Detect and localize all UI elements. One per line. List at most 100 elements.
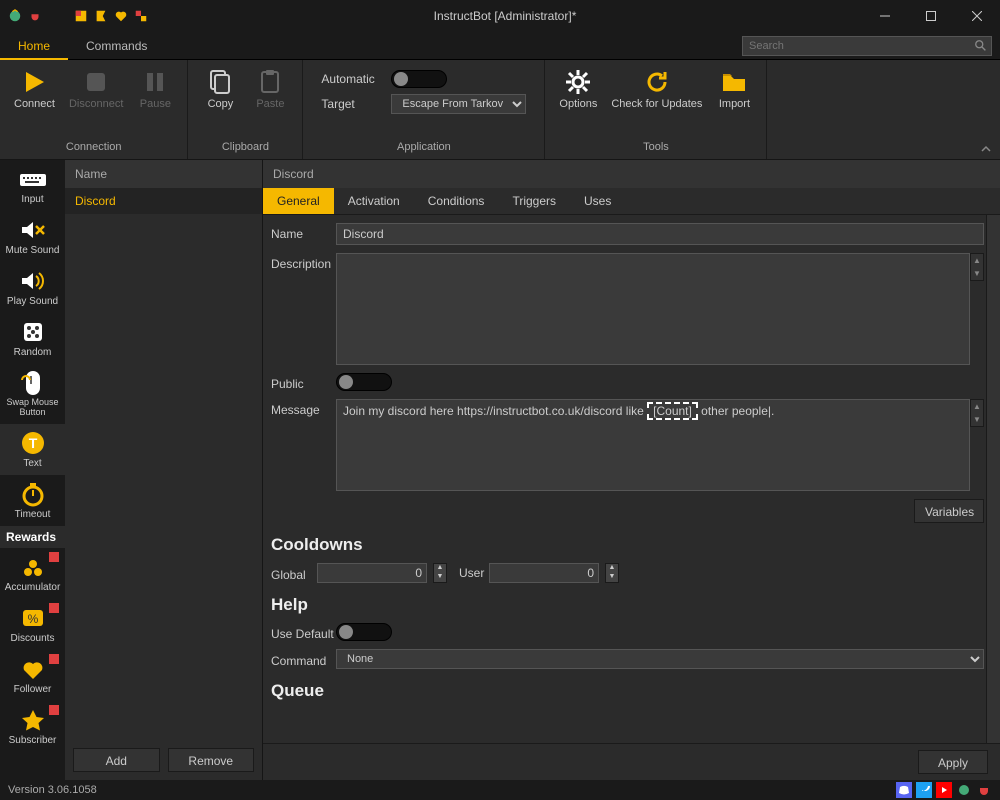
name-list-header: Name bbox=[65, 160, 262, 188]
sidebar-item-accumulator[interactable]: Accumulator bbox=[0, 548, 65, 599]
title-bar: InstructBot [Administrator]* bbox=[0, 0, 1000, 32]
apply-button[interactable]: Apply bbox=[918, 750, 988, 774]
refresh-icon bbox=[643, 68, 671, 96]
sidebar-item-play-sound[interactable]: Play Sound bbox=[0, 262, 65, 313]
global-spinner[interactable]: ▲▼ bbox=[433, 563, 447, 583]
paste-icon bbox=[256, 68, 284, 96]
editor-tabs: General Activation Conditions Triggers U… bbox=[263, 188, 1000, 215]
maximize-button[interactable] bbox=[908, 0, 954, 32]
menu-bar: Home Commands bbox=[0, 32, 1000, 60]
app-icon bbox=[8, 9, 22, 23]
user-spinner[interactable]: ▲▼ bbox=[605, 563, 619, 583]
percent-icon: % bbox=[18, 605, 48, 631]
close-button[interactable] bbox=[954, 0, 1000, 32]
sidebar-item-input[interactable]: Input bbox=[0, 160, 65, 211]
name-list-panel: Name Discord Add Remove bbox=[65, 160, 263, 780]
sidebar-item-subscriber[interactable]: Subscriber bbox=[0, 701, 65, 752]
public-label: Public bbox=[271, 373, 336, 391]
plug-status-icon[interactable] bbox=[976, 782, 992, 798]
ribbon-group-tools: Options Check for Updates Import Tools bbox=[545, 60, 767, 159]
play-icon bbox=[20, 68, 48, 96]
automatic-toggle[interactable] bbox=[391, 70, 447, 88]
svg-text:T: T bbox=[28, 435, 37, 451]
ribbon-collapse-button[interactable] bbox=[980, 143, 992, 155]
editor-scrollbar[interactable] bbox=[986, 215, 1000, 743]
paste-button[interactable]: Paste bbox=[246, 64, 294, 115]
use-default-toggle[interactable] bbox=[336, 623, 392, 641]
global-label: Global bbox=[271, 564, 311, 582]
sidebar-rewards-heading: Rewards bbox=[0, 526, 65, 548]
editor-body: Name Description ▲▼ Public Message Join … bbox=[263, 215, 1000, 743]
check-updates-button[interactable]: Check for Updates bbox=[605, 64, 708, 115]
message-label: Message bbox=[271, 399, 336, 417]
twitter-icon[interactable] bbox=[916, 782, 932, 798]
mute-icon bbox=[18, 217, 48, 243]
public-toggle[interactable] bbox=[336, 373, 392, 391]
name-label: Name bbox=[271, 223, 336, 241]
badge-dot bbox=[49, 603, 59, 613]
global-cooldown-input[interactable] bbox=[317, 563, 427, 583]
name-list-item[interactable]: Discord bbox=[65, 188, 262, 214]
sidebar-item-mute-sound[interactable]: Mute Sound bbox=[0, 211, 65, 262]
app-status-icon[interactable] bbox=[956, 782, 972, 798]
youtube-icon[interactable] bbox=[936, 782, 952, 798]
text-icon: T bbox=[18, 430, 48, 456]
add-button[interactable]: Add bbox=[73, 748, 160, 772]
message-scrollbar[interactable]: ▲▼ bbox=[970, 399, 984, 427]
disconnect-button[interactable]: Disconnect bbox=[63, 64, 129, 115]
tab-home[interactable]: Home bbox=[0, 32, 68, 60]
sidebar-item-text[interactable]: T Text bbox=[0, 424, 65, 475]
sidebar-item-timeout[interactable]: Timeout bbox=[0, 475, 65, 526]
tab-commands[interactable]: Commands bbox=[68, 32, 165, 60]
quick-icon-2[interactable] bbox=[94, 9, 108, 23]
ribbon-label-tools: Tools bbox=[643, 139, 669, 155]
sidebar-item-random[interactable]: Random bbox=[0, 313, 65, 364]
target-select[interactable]: Escape From Tarkov bbox=[391, 94, 526, 114]
remove-button[interactable]: Remove bbox=[168, 748, 255, 772]
minimize-button[interactable] bbox=[862, 0, 908, 32]
sidebar-item-follower[interactable]: Follower bbox=[0, 650, 65, 701]
badge-dot bbox=[49, 654, 59, 664]
main-area: Input Mute Sound Play Sound Random Swap … bbox=[0, 160, 1000, 780]
accumulator-icon bbox=[18, 554, 48, 580]
command-select[interactable]: None bbox=[336, 649, 984, 669]
sidebar-item-swap-mouse[interactable]: Swap Mouse Button bbox=[0, 364, 65, 424]
description-scrollbar[interactable]: ▲▼ bbox=[970, 253, 984, 281]
tab-triggers[interactable]: Triggers bbox=[498, 188, 570, 214]
search-icon bbox=[974, 39, 988, 53]
variables-button[interactable]: Variables bbox=[914, 499, 984, 523]
help-heading: Help bbox=[271, 595, 984, 615]
quick-icon-1[interactable] bbox=[74, 9, 88, 23]
tab-activation[interactable]: Activation bbox=[334, 188, 414, 214]
badge-dot bbox=[49, 705, 59, 715]
copy-button[interactable]: Copy bbox=[196, 64, 244, 115]
name-field[interactable] bbox=[336, 223, 984, 245]
quick-icon-3[interactable] bbox=[114, 9, 128, 23]
ribbon-group-connection: Connect Disconnect Pause Connection bbox=[0, 60, 188, 159]
sidebar-item-discounts[interactable]: % Discounts bbox=[0, 599, 65, 650]
pause-button[interactable]: Pause bbox=[131, 64, 179, 115]
window-title: InstructBot [Administrator]* bbox=[148, 9, 862, 23]
tab-conditions[interactable]: Conditions bbox=[414, 188, 499, 214]
connect-button[interactable]: Connect bbox=[8, 64, 61, 115]
user-cooldown-input[interactable] bbox=[489, 563, 599, 583]
automatic-label: Automatic bbox=[321, 72, 381, 86]
mouse-icon bbox=[18, 370, 48, 396]
svg-text:%: % bbox=[27, 612, 38, 626]
ribbon-group-application: Automatic Target Escape From Tarkov Appl… bbox=[303, 60, 545, 159]
editor-panel: Discord General Activation Conditions Tr… bbox=[263, 160, 1000, 780]
dice-icon bbox=[18, 319, 48, 345]
command-label: Command bbox=[271, 650, 336, 668]
search-input[interactable] bbox=[742, 36, 992, 56]
quick-icon-4[interactable] bbox=[134, 9, 148, 23]
ribbon: Connect Disconnect Pause Connection Copy… bbox=[0, 60, 1000, 160]
description-label: Description bbox=[271, 253, 336, 271]
options-button[interactable]: Options bbox=[553, 64, 603, 115]
tab-uses[interactable]: Uses bbox=[570, 188, 625, 214]
tab-general[interactable]: General bbox=[263, 188, 334, 214]
copy-icon bbox=[206, 68, 234, 96]
discord-icon[interactable] bbox=[896, 782, 912, 798]
message-field[interactable]: Join my discord here https://instructbot… bbox=[336, 399, 970, 491]
import-button[interactable]: Import bbox=[710, 64, 758, 115]
description-field[interactable] bbox=[336, 253, 970, 365]
